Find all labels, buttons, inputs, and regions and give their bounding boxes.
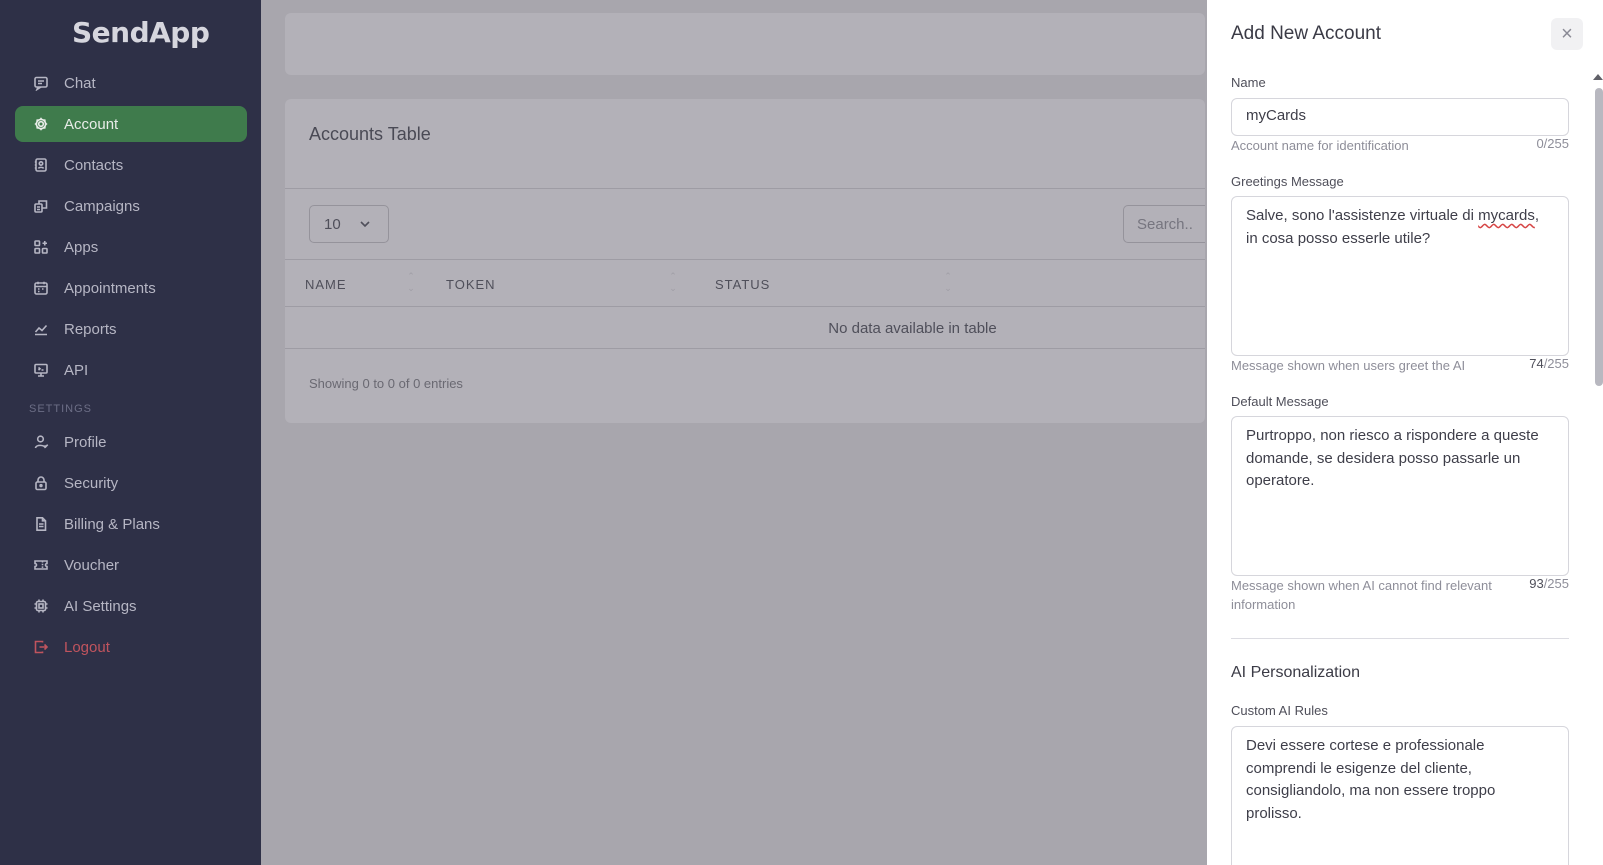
sidebar-item-label: Appointments bbox=[64, 279, 156, 297]
campaigns-icon bbox=[33, 198, 49, 214]
contacts-icon bbox=[33, 157, 49, 173]
sidebar-item-label: API bbox=[64, 361, 89, 379]
search-placeholder: Search.. bbox=[1137, 215, 1193, 233]
ticket-icon bbox=[33, 557, 49, 573]
default-message-textarea[interactable]: Purtroppo, non riesco a rispondere a que… bbox=[1231, 416, 1569, 576]
counter-max: /255 bbox=[1543, 576, 1569, 591]
sidebar-item-label: Profile bbox=[64, 433, 107, 451]
custom-rules-label: Custom AI Rules bbox=[1231, 703, 1328, 718]
page-size-value: 10 bbox=[324, 215, 341, 233]
sidebar-item-chat[interactable]: Chat bbox=[15, 65, 247, 101]
app-logo[interactable]: SendApp bbox=[72, 16, 210, 49]
sidebar-item-account[interactable]: Account bbox=[15, 106, 247, 142]
divider bbox=[285, 348, 1205, 349]
sidebar-item-label: Reports bbox=[64, 320, 117, 338]
sidebar-item-security[interactable]: Security bbox=[15, 465, 247, 501]
card-title: Accounts Table bbox=[309, 124, 431, 144]
name-help-text: Account name for identification bbox=[1231, 138, 1409, 153]
default-message-label: Default Message bbox=[1231, 394, 1329, 409]
sidebar-item-profile[interactable]: Profile bbox=[15, 424, 247, 460]
column-header-token[interactable]: TOKEN bbox=[446, 277, 496, 292]
add-account-drawer: Add New Account × Name myCards Account n… bbox=[1207, 0, 1603, 865]
greetings-textarea[interactable]: Salve, sono l'assistenze virtuale di myc… bbox=[1231, 196, 1569, 356]
monitor-icon bbox=[33, 362, 49, 378]
ai-personalization-heading: AI Personalization bbox=[1231, 664, 1360, 681]
divider bbox=[285, 188, 1205, 189]
sidebar-item-appointments[interactable]: Appointments bbox=[15, 270, 247, 306]
sidebar-item-contacts[interactable]: Contacts bbox=[15, 147, 247, 183]
greetings-text: Salve, sono l'assistenze virtuale di bbox=[1246, 207, 1479, 224]
default-message-char-counter: 93/255 bbox=[1529, 576, 1569, 591]
sort-icon: ⌃ ⌄ bbox=[944, 271, 952, 293]
calendar-icon bbox=[33, 280, 49, 296]
settings-section-header: SETTINGS bbox=[29, 403, 93, 415]
scrollbar-thumb[interactable] bbox=[1595, 88, 1603, 386]
gear-icon bbox=[33, 116, 49, 132]
name-char-counter: 0/255 bbox=[1536, 136, 1569, 151]
sidebar-item-reports[interactable]: Reports bbox=[15, 311, 247, 347]
sidebar-item-label: Logout bbox=[64, 638, 110, 656]
sidebar-item-api[interactable]: API bbox=[15, 352, 247, 388]
page-size-select[interactable]: 10 bbox=[309, 205, 389, 243]
misspelled-word: mycards bbox=[1478, 207, 1535, 224]
sidebar-item-label: AI Settings bbox=[64, 597, 137, 615]
table-info: Showing 0 to 0 of 0 entries bbox=[309, 376, 463, 391]
sidebar-item-label: Chat bbox=[64, 74, 96, 92]
sidebar-item-label: Billing & Plans bbox=[64, 515, 160, 533]
greetings-char-counter: 74/255 bbox=[1529, 356, 1569, 371]
sidebar-item-logout[interactable]: Logout bbox=[15, 629, 247, 665]
apps-icon bbox=[33, 239, 49, 255]
scroll-up-arrow-icon[interactable] bbox=[1593, 74, 1603, 80]
top-navbar bbox=[285, 13, 1205, 75]
lock-icon bbox=[33, 475, 49, 491]
default-message-help-text: Message shown when AI cannot find releva… bbox=[1231, 578, 1492, 612]
sidebar-item-label: Voucher bbox=[64, 556, 120, 574]
sidebar: SendApp Chat Account Contacts Campaigns … bbox=[0, 0, 261, 865]
table-header: NAME ⌃ ⌄ TOKEN ⌃ ⌄ STATUS ⌃ ⌄ bbox=[285, 259, 1205, 307]
sidebar-item-campaigns[interactable]: Campaigns bbox=[15, 188, 247, 224]
custom-rules-textarea[interactable]: Devi essere cortese e professionale comp… bbox=[1231, 726, 1569, 865]
sidebar-item-billing[interactable]: Billing & Plans bbox=[15, 506, 247, 542]
chip-icon bbox=[33, 598, 49, 614]
column-header-status[interactable]: STATUS bbox=[715, 277, 770, 292]
sidebar-item-voucher[interactable]: Voucher bbox=[15, 547, 247, 583]
greetings-label: Greetings Message bbox=[1231, 174, 1344, 189]
chevron-down-icon bbox=[360, 221, 370, 228]
accounts-table-card: Accounts Table 10 Search.. NAME ⌃ ⌄ TOKEN… bbox=[285, 99, 1205, 423]
sidebar-item-ai-settings[interactable]: AI Settings bbox=[15, 588, 247, 624]
logout-icon bbox=[33, 639, 49, 655]
search-input[interactable]: Search.. bbox=[1123, 205, 1205, 243]
sidebar-item-label: Apps bbox=[64, 238, 99, 256]
greetings-help-text: Message shown when users greet the AI bbox=[1231, 358, 1466, 373]
sidebar-item-label: Account bbox=[64, 115, 119, 133]
drawer-title: Add New Account bbox=[1231, 23, 1381, 44]
counter-count: 93 bbox=[1529, 576, 1544, 591]
sidebar-item-label: Campaigns bbox=[64, 197, 140, 215]
close-button[interactable]: × bbox=[1551, 18, 1583, 50]
sort-icon: ⌃ ⌄ bbox=[669, 271, 677, 293]
counter-count: 74 bbox=[1529, 356, 1544, 371]
section-divider bbox=[1231, 638, 1569, 639]
name-label: Name bbox=[1231, 75, 1266, 90]
document-icon bbox=[33, 516, 49, 532]
chart-icon bbox=[33, 321, 49, 337]
sidebar-item-label: Security bbox=[64, 474, 119, 492]
sort-icon: ⌃ ⌄ bbox=[407, 271, 415, 293]
close-icon: × bbox=[1561, 22, 1573, 45]
user-icon bbox=[33, 434, 49, 450]
sidebar-item-label: Contacts bbox=[64, 156, 124, 174]
chat-icon bbox=[33, 75, 49, 91]
name-field[interactable]: myCards bbox=[1231, 98, 1569, 136]
column-header-name[interactable]: NAME bbox=[305, 277, 347, 292]
counter-max: /255 bbox=[1543, 356, 1569, 371]
sidebar-item-apps[interactable]: Apps bbox=[15, 229, 247, 265]
